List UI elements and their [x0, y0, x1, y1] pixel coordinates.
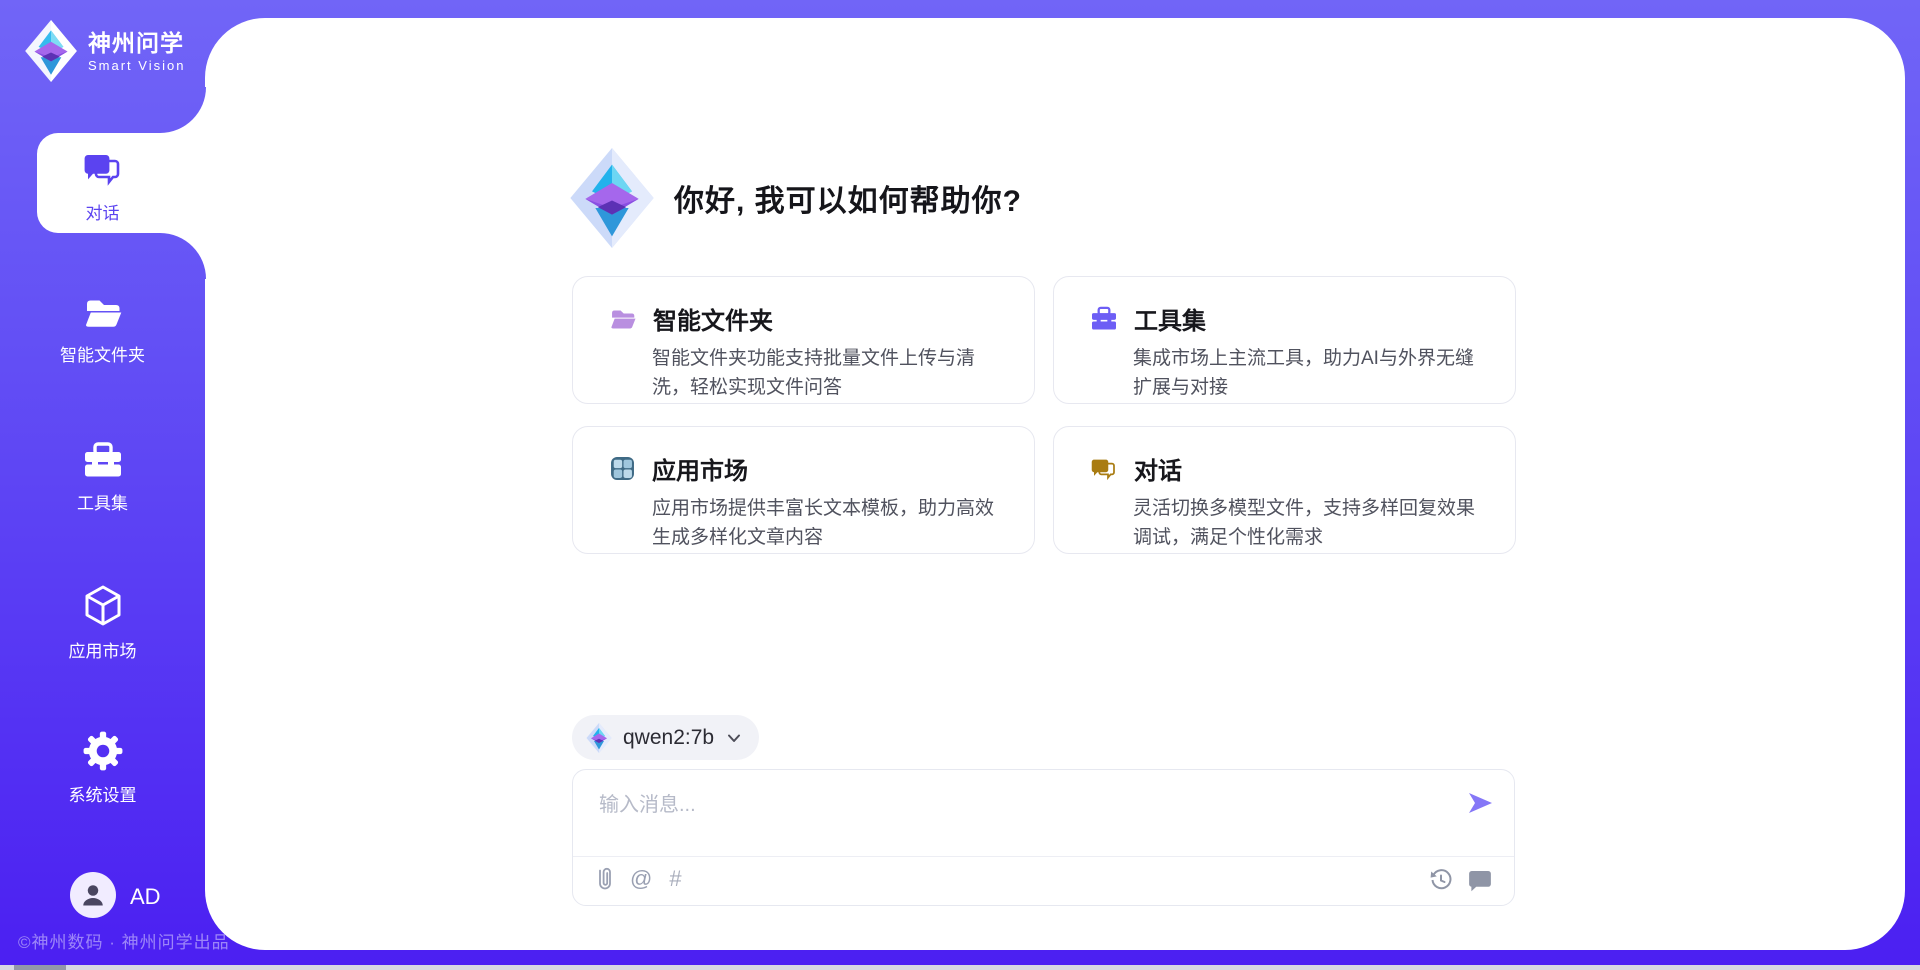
sidebar-item-label: 系统设置 [69, 781, 137, 806]
assistant-logo-icon [570, 148, 654, 248]
sidebar-item-label: 工具集 [77, 489, 128, 514]
sidebar-item-toolbox[interactable]: 工具集 [0, 440, 205, 514]
card-description: 应用市场提供丰富长文本模板，助力高效生成多样化文章内容 [652, 494, 1008, 552]
composer-left-tools: @ # [597, 866, 682, 892]
brand-text: 神州问学 Smart Vision [88, 30, 185, 73]
message-input-box: @ # [572, 769, 1515, 906]
brand-logo-icon [24, 20, 78, 82]
chat-icon [1090, 455, 1118, 483]
toolbox-icon [82, 440, 124, 480]
message-input[interactable] [597, 786, 1441, 848]
composer-right-tools [1429, 868, 1492, 892]
sidebar-item-chat[interactable]: 对话 [0, 148, 205, 224]
card-title: 智能文件夹 [653, 301, 773, 336]
sidebar-item-app-market[interactable]: 应用市场 [0, 584, 205, 662]
app-market-icon [609, 455, 636, 482]
card-title: 对话 [1134, 451, 1182, 486]
history-icon[interactable] [1429, 868, 1453, 892]
greeting-title: 你好, 我可以如何帮助你? [674, 176, 1022, 220]
hashtag-icon[interactable]: # [669, 868, 681, 890]
chat-bubble-icon[interactable] [1468, 868, 1492, 892]
card-title: 应用市场 [652, 451, 748, 486]
gear-icon [82, 730, 124, 772]
chevron-down-icon [725, 729, 743, 747]
card-smart-folder[interactable]: 智能文件夹 智能文件夹功能支持批量文件上传与清洗，轻松实现文件问答 [572, 276, 1035, 404]
copyright-text: ©神州数码 · 神州问学出品 [18, 928, 230, 953]
card-description: 智能文件夹功能支持批量文件上传与清洗，轻松实现文件问答 [652, 344, 1008, 402]
brand-name: 神州问学 [88, 30, 185, 56]
card-toolbox[interactable]: 工具集 集成市场上主流工具，助力AI与外界无缝扩展与对接 [1053, 276, 1516, 404]
folder-icon [609, 306, 637, 332]
sidebar-item-label: 应用市场 [69, 637, 137, 662]
composer-divider [573, 856, 1514, 857]
sidebar-item-label: 智能文件夹 [60, 341, 145, 366]
mention-icon[interactable]: @ [630, 868, 652, 890]
toolbox-icon [1090, 305, 1118, 332]
attachment-icon[interactable] [597, 866, 613, 892]
card-description: 灵活切换多模型文件，支持多样回复效果调试，满足个性化需求 [1133, 494, 1489, 552]
horizontal-scrollbar-thumb[interactable] [14, 965, 66, 970]
greeting-block: 你好, 我可以如何帮助你? [570, 148, 1022, 248]
card-description: 集成市场上主流工具，助力AI与外界无缝扩展与对接 [1133, 344, 1489, 402]
card-title: 工具集 [1134, 301, 1206, 336]
person-icon [78, 880, 108, 910]
chat-icon [82, 148, 124, 190]
model-name: qwen2:7b [623, 726, 714, 750]
user-name: AD [130, 884, 161, 910]
user-avatar[interactable] [70, 872, 116, 918]
model-logo-icon [586, 723, 612, 753]
sidebar-item-settings[interactable]: 系统设置 [0, 730, 205, 806]
model-selector[interactable]: qwen2:7b [572, 715, 759, 760]
horizontal-scrollbar-track[interactable] [0, 965, 1920, 970]
app-market-icon [82, 584, 124, 628]
app-window: 神州问学 Smart Vision 对话 智能文件夹 [0, 0, 1920, 970]
brand-subtitle: Smart Vision [88, 58, 185, 73]
card-app-market[interactable]: 应用市场 应用市场提供丰富长文本模板，助力高效生成多样化文章内容 [572, 426, 1035, 554]
sidebar-item-label: 对话 [86, 199, 120, 224]
card-chat[interactable]: 对话 灵活切换多模型文件，支持多样回复效果调试，满足个性化需求 [1053, 426, 1516, 554]
send-icon[interactable] [1466, 790, 1494, 816]
sidebar-item-smart-folder[interactable]: 智能文件夹 [0, 294, 205, 366]
feature-cards: 智能文件夹 智能文件夹功能支持批量文件上传与清洗，轻松实现文件问答 工具集 集成… [572, 276, 1516, 554]
brand: 神州问学 Smart Vision [24, 20, 185, 82]
folder-icon [83, 294, 123, 332]
